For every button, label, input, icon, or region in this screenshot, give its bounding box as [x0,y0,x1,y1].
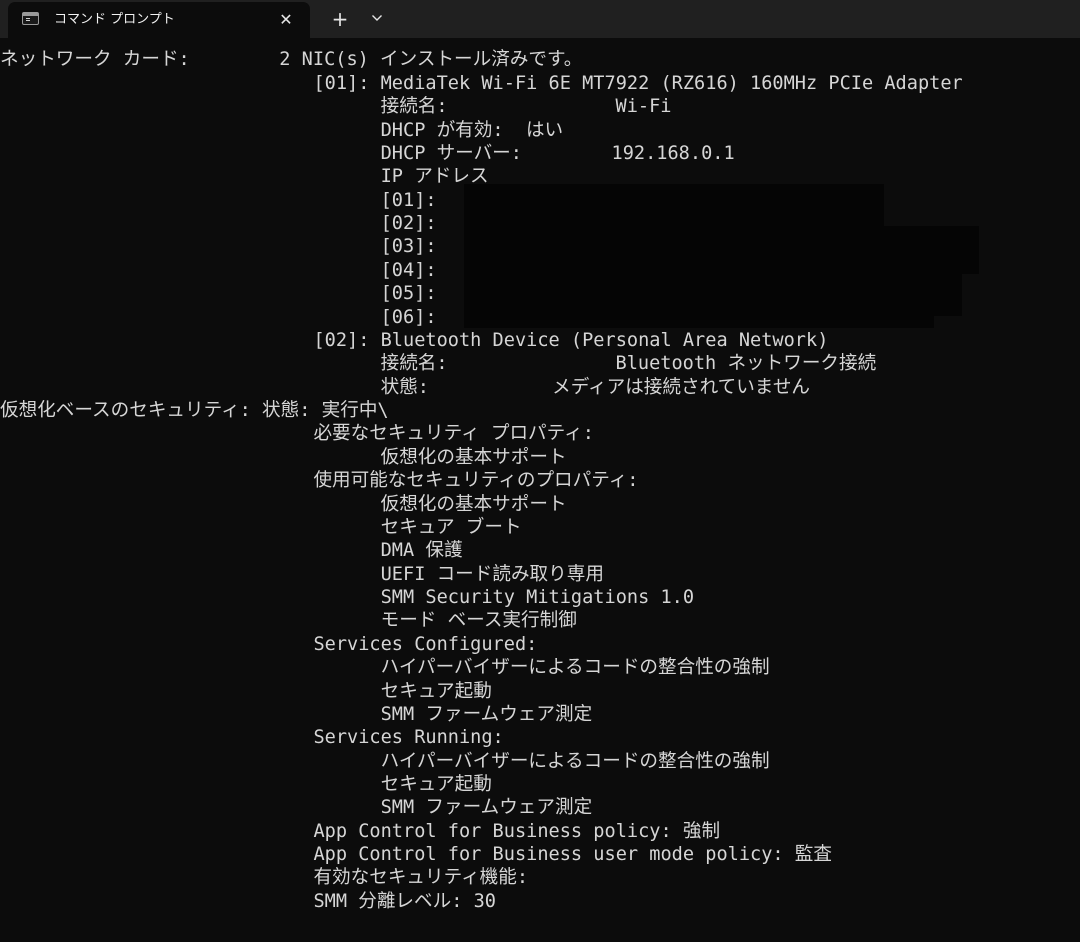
tab-command-prompt[interactable]: コマンド プロンプト ✕ [8,2,310,38]
console-line: 接続名: Wi-Fi [0,96,672,117]
console-line: SMM ファームウェア測定 [0,797,593,818]
console-line: SMM Security Mitigations 1.0 [0,587,695,608]
console-output[interactable]: ネットワーク カード: 2 NIC(s) インストール済みです。 [01]: M… [0,38,1080,942]
console-line: モード ベース実行制御 [0,610,577,631]
console-line: 仮想化ベースのセキュリティ: 状態: 実行中\ [0,400,389,421]
plus-icon[interactable]: + [327,6,353,32]
console-line: ハイパーバイザーによるコードの整合性の強制 [0,657,770,678]
console-line: セキュア起動 [0,681,492,702]
console-line: [02]: Bluetooth Device (Personal Area Ne… [0,330,829,351]
console-line: [06]: [0,307,437,328]
console-line: ネットワーク カード: 2 NIC(s) インストール済みです。 [0,49,583,70]
console-line: 仮想化の基本サポート [0,447,567,468]
console-line: セキュア起動 [0,774,492,795]
redaction-block [464,226,979,274]
close-icon[interactable]: ✕ [276,10,296,30]
console-line: 状態: メディアは接続されていません [0,377,811,398]
console-line: DHCP が有効: はい [0,120,564,141]
console-line: [01]: MediaTek Wi-Fi 6E MT7922 (RZ616) 1… [0,73,963,94]
console-line: [05]: [0,283,437,304]
title-bar: コマンド プロンプト ✕ + [0,0,1080,38]
console-line: DHCP サーバー: 192.168.0.1 [0,143,735,164]
console-line: 接続名: Bluetooth ネットワーク接続 [0,353,877,374]
console-line: SMM ファームウェア測定 [0,704,593,725]
console-line: App Control for Business user mode polic… [0,844,832,865]
console-icon [22,12,39,25]
redaction-block [464,308,934,328]
chevron-down-icon[interactable] [365,6,389,32]
console-line: SMM 分離レベル: 30 [0,891,496,912]
console-line: 使用可能なセキュリティのプロパティ: [0,470,639,491]
console-line: Services Configured: [0,634,538,655]
console-line: [01]: [0,190,437,211]
console-line: DMA 保護 [0,540,463,561]
console-line: UEFI コード読み取り専用 [0,564,604,585]
console-line: ハイパーバイザーによるコードの整合性の強制 [0,751,770,772]
console-line: 有効なセキュリティ機能: [0,867,529,888]
console-line: [04]: [0,260,437,281]
tab-title: コマンド プロンプト [54,12,175,27]
console-line: [02]: [0,213,437,234]
console-line: 仮想化の基本サポート [0,494,567,515]
console-line: IP アドレス [0,166,489,187]
console-line: 必要なセキュリティ プロパティ: [0,423,594,444]
console-line: [03]: [0,236,437,257]
console-line: セキュア ブート [0,517,522,538]
console-line: Services Running: [0,727,504,748]
console-line: App Control for Business policy: 強制 [0,821,721,842]
